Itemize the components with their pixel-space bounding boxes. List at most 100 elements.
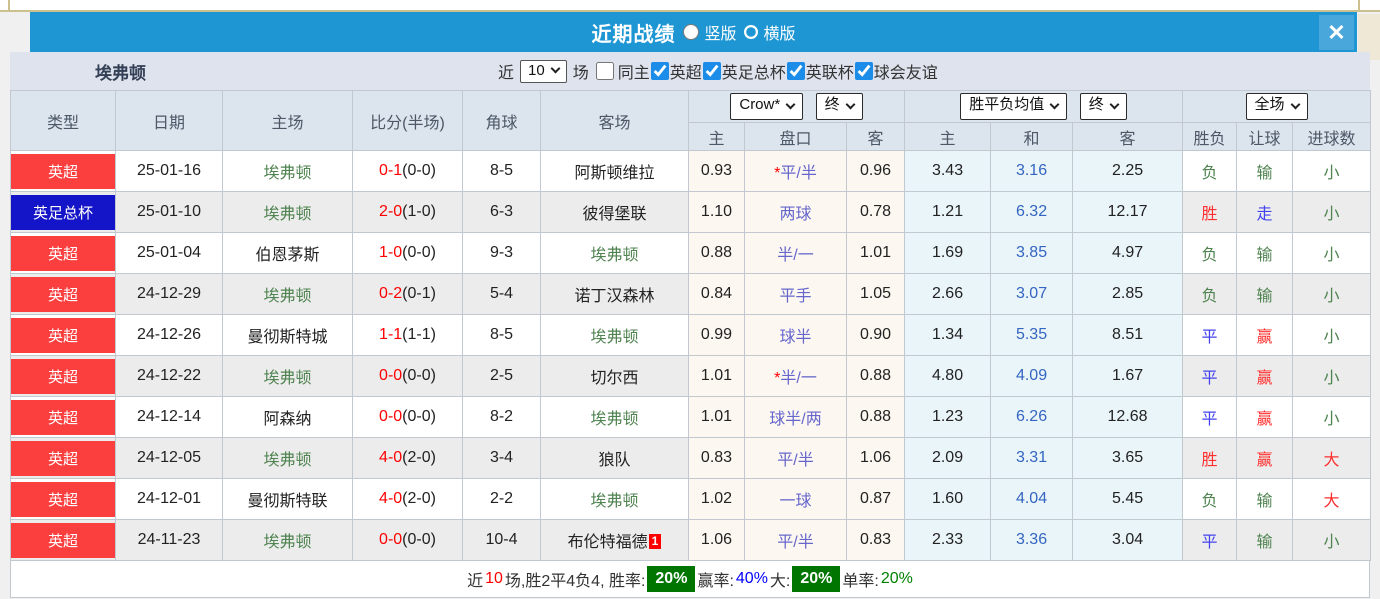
bookmaker-select-value: Crow* <box>739 96 781 114</box>
avg-home-cell: 2.33 <box>904 519 992 561</box>
handicap-value: 平/半 <box>780 165 817 182</box>
league-checkbox-label[interactable]: 英联杯 <box>806 59 854 83</box>
subcol-avg-home: 主 <box>904 122 992 151</box>
avg-home-cell: 1.34 <box>904 314 992 356</box>
avg-draw-cell: 3.36 <box>990 519 1074 561</box>
league-badge[interactable]: 英超 <box>11 522 115 558</box>
avg-home-cell: 3.43 <box>904 150 992 192</box>
handicap-value: 球半/两 <box>769 411 822 428</box>
league-type-cell: 英足总杯 <box>10 191 116 233</box>
layout-radio-group: 竖版 横版 <box>677 20 796 44</box>
corners-cell: 8-2 <box>462 396 541 438</box>
league-checkbox[interactable] <box>854 62 873 80</box>
avg-draw-value: 3.31 <box>1015 449 1048 466</box>
league-badge[interactable]: 英超 <box>11 276 115 312</box>
league-type-cell: 英超 <box>10 478 116 520</box>
horizontal-layout-radio[interactable] <box>742 24 759 40</box>
odds-away-value: 0.78 <box>859 203 892 220</box>
summary-text: 近 <box>467 573 484 590</box>
avg-type-select-value: 胜平负均值 <box>969 96 1045 114</box>
avg-away-value: 12.68 <box>1107 408 1148 425</box>
league-type-cell: 英超 <box>10 314 116 356</box>
result-value: 平 <box>1201 534 1218 551</box>
league-badge[interactable]: 英超 <box>11 317 115 353</box>
vertical-layout-radio[interactable] <box>683 24 700 40</box>
page-border-tick-right <box>1358 0 1360 12</box>
away-team: 埃弗顿 <box>590 329 639 346</box>
odds-away-value: 0.83 <box>859 531 892 548</box>
result-value: 平 <box>1201 411 1218 428</box>
goals-value: 小 <box>1323 165 1340 182</box>
league-type-cell: 英超 <box>10 396 116 438</box>
col-header-type: 类型 <box>10 90 116 151</box>
subcol-odds-home: 主 <box>688 122 745 151</box>
league-type-cell: 英超 <box>10 355 116 397</box>
league-checkbox-label[interactable]: 英超 <box>670 59 702 83</box>
goals-value: 小 <box>1323 329 1340 346</box>
goals-cell: 大 <box>1292 478 1372 520</box>
corners-cell: 9-3 <box>462 232 541 274</box>
goals-value: 小 <box>1323 206 1340 223</box>
home-team: 伯恩茅斯 <box>255 247 320 264</box>
avg-draw-cell: 3.16 <box>990 150 1074 192</box>
half-time-score: (2-0) <box>402 490 436 507</box>
avg-time-select[interactable]: 终 <box>1079 93 1127 120</box>
bookmaker-select[interactable]: Crow* <box>730 93 804 120</box>
odds-time-select[interactable]: 终 <box>815 93 863 120</box>
let-result-cell: 走 <box>1236 191 1294 233</box>
home-team-cell: 埃弗顿 <box>222 437 353 479</box>
result-cell: 负 <box>1182 478 1238 520</box>
avg-draw-cell: 6.26 <box>990 396 1074 438</box>
goals-value: 小 <box>1323 534 1340 551</box>
summary-bar: 近 10 场,胜2平4负4, 胜率: 20% 赢率: 40% 大: 20% 单率: 20% <box>10 560 1370 598</box>
let-result-value: 走 <box>1256 206 1273 223</box>
date-cell: 24-12-01 <box>115 478 223 520</box>
odds-away-value: 0.96 <box>859 162 892 179</box>
let-result-cell: 输 <box>1236 478 1294 520</box>
odds-home-cell: 1.01 <box>688 355 745 397</box>
date-cell: 24-12-29 <box>115 273 223 315</box>
half-time-score: (0-0) <box>402 244 436 261</box>
league-badge[interactable]: 英超 <box>11 481 115 517</box>
near-count-select[interactable]: 10 <box>520 59 567 83</box>
league-badge[interactable]: 英超 <box>11 358 115 394</box>
corners-value: 2-2 <box>489 490 514 507</box>
avg-type-select[interactable]: 胜平负均值 <box>960 93 1068 120</box>
odds-home-value: 1.01 <box>700 408 733 425</box>
close-button[interactable]: ✕ <box>1319 15 1354 50</box>
handicap-value: 半/一 <box>780 370 817 387</box>
home-team: 埃弗顿 <box>263 288 312 305</box>
avg-draw-cell: 5.35 <box>990 314 1074 356</box>
full-time-score: 0-2 <box>379 285 403 302</box>
league-checkbox-label[interactable]: 球会友谊 <box>874 59 938 83</box>
full-time-score: 2-0 <box>379 203 403 220</box>
league-badge[interactable]: 英超 <box>11 399 115 435</box>
goals-cell: 大 <box>1292 437 1372 479</box>
table-row: 英超 24-11-23 埃弗顿 0-0(0-0) 10-4 布伦特福德 1 1.06 平/半 0.… <box>10 519 1372 561</box>
vertical-layout-label[interactable]: 竖版 <box>704 20 736 44</box>
avg-away-cell: 3.65 <box>1072 437 1184 479</box>
avg-home-value: 1.34 <box>931 326 964 343</box>
full-time-score: 0-0 <box>379 531 403 548</box>
league-checkbox[interactable] <box>650 62 669 80</box>
date-cell: 24-12-26 <box>115 314 223 356</box>
same-home-checkbox[interactable] <box>595 62 614 80</box>
avg-draw-value: 4.09 <box>1015 367 1048 384</box>
score-cell: 0-0(0-0) <box>352 396 463 438</box>
league-checkbox[interactable] <box>702 62 721 80</box>
league-badge[interactable]: 英超 <box>11 235 115 271</box>
handicap-cell: 球半 <box>744 314 847 356</box>
league-badge[interactable]: 英超 <box>11 440 115 476</box>
avg-draw-value: 3.85 <box>1015 244 1048 261</box>
league-checkbox[interactable] <box>786 62 805 80</box>
goals-value: 大 <box>1323 452 1340 469</box>
period-select[interactable]: 全场 <box>1245 93 1308 120</box>
horizontal-layout-label[interactable]: 横版 <box>764 20 796 44</box>
league-badge[interactable]: 英足总杯 <box>11 194 115 230</box>
league-checkbox-label[interactable]: 英足总杯 <box>722 59 786 83</box>
odds-away-value: 1.05 <box>859 285 892 302</box>
away-team: 诺丁汉森林 <box>574 288 655 305</box>
odds-away-cell: 0.88 <box>845 355 906 397</box>
close-icon: ✕ <box>1327 19 1346 45</box>
league-badge[interactable]: 英超 <box>11 153 115 189</box>
